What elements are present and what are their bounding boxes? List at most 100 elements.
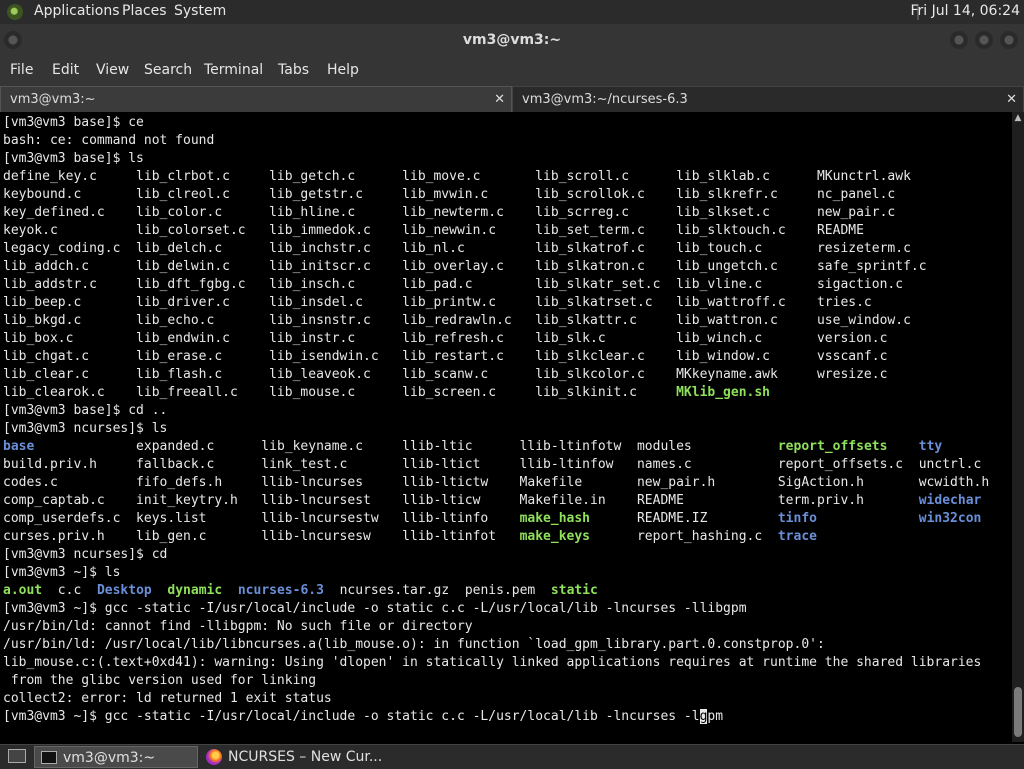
menu-terminal[interactable]: Terminal — [204, 62, 263, 78]
terminal-line: lib_clearok.c lib_freeall.c lib_mouse.c … — [3, 384, 770, 402]
task-label: NCURSES – New Cur... — [228, 749, 383, 765]
ls-executable: make_keys — [519, 529, 591, 544]
ls-entry — [222, 583, 238, 598]
tab-label: vm3@vm3:~ — [10, 92, 96, 107]
window-title: vm3@vm3:~ — [462, 32, 562, 48]
terminal-line: bash: ce: command not found — [3, 133, 215, 148]
ls-entry: expanded.c lib_keyname.c llib-ltic llib-… — [34, 439, 778, 454]
terminal-prompt-line[interactable]: [vm3@vm3 ~]$ gcc -static -I/usr/local/in… — [3, 708, 723, 726]
ls-directory: Desktop — [96, 583, 152, 598]
terminal-line: lib_chgat.c lib_erase.c lib_isendwin.c l… — [3, 349, 888, 364]
ls-entry — [887, 439, 918, 454]
ls-executable: MKlib_gen.sh — [676, 385, 771, 400]
firefox-icon — [206, 749, 222, 765]
tab-bar: vm3@vm3:~ ✕ vm3@vm3:~/ncurses-6.3 ✕ — [0, 86, 1024, 112]
ls-executable: static — [550, 583, 598, 598]
tab-home[interactable]: vm3@vm3:~ ✕ — [0, 86, 512, 112]
task-firefox[interactable]: NCURSES – New Cur... — [200, 746, 400, 768]
show-desktop-icon[interactable] — [8, 749, 26, 763]
top-panel: Applications Places System Fri Jul 14, 0… — [0, 0, 1024, 24]
ls-entry: ncurses.tar.gz penis.pem — [323, 583, 551, 598]
close-tab-icon[interactable]: ✕ — [494, 87, 505, 113]
menu-file[interactable]: File — [10, 62, 33, 78]
terminal-line: codes.c fifo_defs.h llib-lncurses llib-l… — [3, 475, 990, 490]
ls-entry: c.c — [42, 583, 97, 598]
ls-directory: widechar — [918, 493, 982, 508]
ls-entry: comp_captab.c init_keytry.h llib-lncurse… — [3, 493, 919, 508]
minimize-icon[interactable] — [950, 31, 968, 49]
system-menu[interactable]: System — [174, 3, 226, 19]
close-tab-icon[interactable]: ✕ — [1006, 87, 1017, 113]
terminal-line: lib_box.c lib_endwin.c lib_instr.c lib_r… — [3, 331, 888, 346]
terminal-line: [vm3@vm3 base]$ cd .. — [3, 403, 168, 418]
applications-menu[interactable]: Applications — [34, 3, 120, 19]
scrollbar-thumb[interactable] — [1014, 687, 1022, 737]
ls-entry: curses.priv.h lib_gen.c llib-lncursesw l… — [3, 529, 520, 544]
terminal-line: define_key.c lib_clrbot.c lib_getch.c li… — [3, 169, 911, 184]
terminal-line: [vm3@vm3 base]$ ls — [3, 151, 144, 166]
terminal-scrollbar[interactable]: ▲ — [1012, 112, 1024, 742]
menu-edit[interactable]: Edit — [52, 62, 79, 78]
close-icon[interactable] — [1000, 31, 1018, 49]
ls-executable: dynamic — [167, 583, 223, 598]
ls-entry: comp_userdefs.c keys.list llib-lncursest… — [3, 511, 520, 526]
menu-help[interactable]: Help — [327, 62, 359, 78]
terminal-line: /usr/bin/ld: cannot find -llibgpm: No su… — [3, 619, 473, 634]
places-menu[interactable]: Places — [122, 3, 167, 19]
terminal-line: comp_captab.c init_keytry.h llib-lncurse… — [3, 492, 981, 510]
ls-directory: tty — [918, 439, 943, 454]
tab-label: vm3@vm3:~/ncurses-6.3 — [522, 92, 688, 107]
terminal-line: [vm3@vm3 ncurses]$ cd — [3, 547, 168, 562]
ls-executable: make_hash — [519, 511, 591, 526]
terminal-line: lib_beep.c lib_driver.c lib_insdel.c lib… — [3, 295, 872, 310]
menu-view[interactable]: View — [96, 62, 129, 78]
terminal-line: lib_bkgd.c lib_echo.c lib_insnstr.c lib_… — [3, 313, 911, 328]
ls-directory: trace — [777, 529, 817, 544]
ls-entry: lib_clearok.c lib_freeall.c lib_mouse.c … — [3, 385, 677, 400]
ls-entry: report_hashing.c — [590, 529, 778, 544]
terminal-line: build.priv.h fallback.c link_test.c llib… — [3, 457, 982, 472]
ls-executable: report_offsets — [777, 439, 888, 454]
terminal-line: comp_userdefs.c keys.list llib-lncursest… — [3, 510, 981, 528]
terminal-line: lib_mouse.c:(.text+0xd41): warning: Usin… — [3, 655, 982, 670]
terminal-output[interactable]: [vm3@vm3 base]$ ce bash: ce: command not… — [0, 112, 1012, 742]
command-text: pm — [707, 709, 724, 724]
ls-directory: ncurses-6.3 — [237, 583, 324, 598]
terminal-line: collect2: error: ld returned 1 exit stat… — [3, 691, 332, 706]
ls-entry: README.IZ — [590, 511, 778, 526]
bottom-taskbar: vm3@vm3:~ NCURSES – New Cur... — [0, 744, 1024, 769]
window-titlebar[interactable]: vm3@vm3:~ — [0, 24, 1024, 56]
terminal-line: keyok.c lib_colorset.c lib_immedok.c lib… — [3, 223, 864, 238]
terminal-line: a.out c.c Desktop dynamic ncurses-6.3 nc… — [3, 582, 598, 600]
maximize-icon[interactable] — [975, 31, 993, 49]
menu-tabs[interactable]: Tabs — [278, 62, 309, 78]
terminal-line: lib_clear.c lib_flash.c lib_leaveok.c li… — [3, 367, 888, 382]
terminal-line: [vm3@vm3 ~]$ ls — [3, 565, 121, 580]
terminal-line: curses.priv.h lib_gen.c llib-lncursesw l… — [3, 528, 817, 546]
ls-entry — [817, 511, 919, 526]
tab-ncurses[interactable]: vm3@vm3:~/ncurses-6.3 ✕ — [512, 86, 1024, 112]
ls-entry — [152, 583, 168, 598]
terminal-line: /usr/bin/ld: /usr/local/lib/libncurses.a… — [3, 637, 825, 652]
terminal-line: legacy_coding.c lib_delch.c lib_inchstr.… — [3, 241, 911, 256]
ls-directory: win32con — [918, 511, 982, 526]
ls-executable: a.out — [3, 583, 43, 598]
terminal-line: [vm3@vm3 base]$ ce — [3, 115, 144, 130]
ls-directory: tinfo — [777, 511, 817, 526]
terminal-line: lib_addch.c lib_delwin.c lib_initscr.c l… — [3, 259, 927, 274]
terminal-line: keybound.c lib_clreol.c lib_getstr.c lib… — [3, 187, 896, 202]
terminal-line: base expanded.c lib_keyname.c llib-ltic … — [3, 438, 942, 456]
terminal-line: from the glibc version used for linking — [3, 673, 317, 688]
ls-directory: base — [3, 439, 35, 454]
terminal-icon — [41, 751, 57, 764]
menu-search[interactable]: Search — [144, 62, 192, 78]
task-label: vm3@vm3:~ — [63, 750, 156, 766]
menubar: File Edit View Search Terminal Tabs Help — [0, 56, 1024, 86]
clock[interactable]: Fri Jul 14, 06:24 — [910, 3, 1020, 19]
task-terminal[interactable]: vm3@vm3:~ — [34, 746, 198, 768]
command-text: [vm3@vm3 ~]$ gcc -static -I/usr/local/in… — [3, 709, 700, 724]
window-menu-icon[interactable] — [4, 31, 22, 49]
scroll-up-icon[interactable]: ▲ — [1012, 112, 1024, 124]
terminal-line: [vm3@vm3 ~]$ gcc -static -I/usr/local/in… — [3, 601, 747, 616]
applications-icon[interactable] — [7, 4, 23, 20]
